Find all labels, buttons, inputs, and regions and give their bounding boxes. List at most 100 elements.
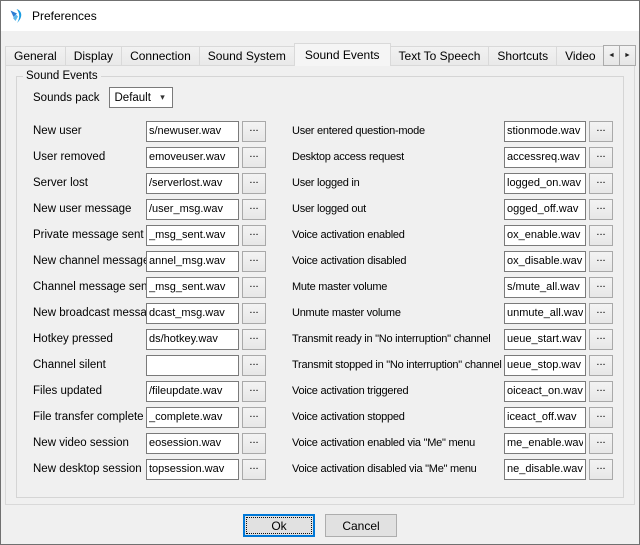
tab-bar: GeneralDisplayConnectionSound SystemSoun…: [5, 43, 605, 66]
sound-event-label: User removed: [33, 151, 146, 163]
sound-file-input[interactable]: [146, 407, 239, 428]
browse-button[interactable]: ...: [242, 303, 266, 324]
sound-file-input[interactable]: [146, 147, 239, 168]
browse-button[interactable]: ...: [242, 277, 266, 298]
browse-button[interactable]: ...: [589, 329, 613, 350]
sound-file-input[interactable]: [504, 121, 586, 142]
window-title: Preferences: [32, 9, 97, 23]
browse-button[interactable]: ...: [242, 225, 266, 246]
sound-file-input[interactable]: [146, 459, 239, 480]
sound-event-label: Server lost: [33, 177, 146, 189]
sound-event-label: Desktop access request: [292, 151, 504, 163]
tab-display[interactable]: Display: [65, 46, 122, 66]
browse-button[interactable]: ...: [242, 407, 266, 428]
sound-event-row: New video session ...: [33, 430, 266, 456]
browse-button[interactable]: ...: [242, 199, 266, 220]
cancel-button[interactable]: Cancel: [325, 514, 397, 537]
sound-event-label: Channel message sent: [33, 281, 146, 293]
browse-button[interactable]: ...: [589, 381, 613, 402]
tab-connection[interactable]: Connection: [121, 46, 200, 66]
sound-event-row: Server lost ...: [33, 170, 266, 196]
sound-file-input[interactable]: [146, 433, 239, 454]
sound-file-input[interactable]: [504, 173, 586, 194]
browse-button[interactable]: ...: [242, 433, 266, 454]
browse-button[interactable]: ...: [589, 251, 613, 272]
sound-file-input[interactable]: [504, 459, 586, 480]
sound-file-input[interactable]: [504, 303, 586, 324]
sound-event-row: Unmute master volume ...: [292, 300, 613, 326]
sound-event-row: Voice activation triggered ...: [292, 378, 613, 404]
sound-file-input[interactable]: [146, 225, 239, 246]
tab-scroll-right-button[interactable]: ►: [619, 45, 636, 66]
browse-button[interactable]: ...: [589, 121, 613, 142]
sound-file-input[interactable]: [146, 199, 239, 220]
sound-file-input[interactable]: [146, 329, 239, 350]
browse-button[interactable]: ...: [242, 355, 266, 376]
sound-file-input[interactable]: [146, 173, 239, 194]
sounds-pack-value: Default: [115, 92, 151, 104]
browse-button[interactable]: ...: [589, 199, 613, 220]
tab-sound-events[interactable]: Sound Events: [294, 43, 391, 66]
browse-button[interactable]: ...: [242, 147, 266, 168]
app-icon: [9, 8, 25, 24]
ok-button[interactable]: Ok: [243, 514, 315, 537]
browse-button[interactable]: ...: [242, 173, 266, 194]
sound-file-input[interactable]: [504, 277, 586, 298]
tab-scroll-left-button[interactable]: ◄: [603, 45, 620, 66]
sound-file-input[interactable]: [504, 251, 586, 272]
browse-button[interactable]: ...: [589, 459, 613, 480]
sound-event-row: New user message ...: [33, 196, 266, 222]
browse-button[interactable]: ...: [242, 459, 266, 480]
sound-file-input[interactable]: [146, 381, 239, 402]
sound-event-label: Channel silent: [33, 359, 146, 371]
browse-button[interactable]: ...: [242, 121, 266, 142]
sound-events-column-right: User entered question-mode ... Desktop a…: [292, 118, 613, 482]
sound-event-label: Hotkey pressed: [33, 333, 146, 345]
browse-button[interactable]: ...: [589, 355, 613, 376]
sound-event-label: File transfer complete: [33, 411, 146, 423]
sound-event-label: New broadcast message: [33, 307, 146, 319]
tab-text-to-speech[interactable]: Text To Speech: [390, 46, 490, 66]
browse-button[interactable]: ...: [589, 303, 613, 324]
sound-file-input[interactable]: [504, 147, 586, 168]
sound-file-input[interactable]: [504, 329, 586, 350]
dialog-button-row: Ok Cancel: [1, 505, 639, 544]
sound-file-input[interactable]: [146, 251, 239, 272]
preferences-window: Preferences GeneralDisplayConnectionSoun…: [0, 0, 640, 545]
sound-file-input[interactable]: [504, 407, 586, 428]
sound-event-label: Voice activation enabled via "Me" menu: [292, 437, 504, 449]
sounds-pack-combobox[interactable]: Default ▾: [109, 87, 173, 108]
browse-button[interactable]: ...: [242, 329, 266, 350]
tab-general[interactable]: General: [5, 46, 66, 66]
sound-file-input[interactable]: [146, 277, 239, 298]
browse-button[interactable]: ...: [242, 251, 266, 272]
sound-file-input[interactable]: [146, 121, 239, 142]
browse-button[interactable]: ...: [589, 407, 613, 428]
tab-sound-system[interactable]: Sound System: [199, 46, 295, 66]
browse-button[interactable]: ...: [589, 173, 613, 194]
groupbox-title: Sound Events: [23, 70, 101, 82]
sound-file-input[interactable]: [504, 355, 586, 376]
sound-file-input[interactable]: [504, 381, 586, 402]
browse-button[interactable]: ...: [589, 277, 613, 298]
browse-button[interactable]: ...: [242, 381, 266, 402]
sound-event-row: Mute master volume ...: [292, 274, 613, 300]
sound-file-input[interactable]: [504, 433, 586, 454]
sound-file-input[interactable]: [146, 303, 239, 324]
chevron-down-icon: ▾: [156, 88, 170, 107]
browse-button[interactable]: ...: [589, 225, 613, 246]
sound-event-label: Private message sent: [33, 229, 146, 241]
tab-video[interactable]: Video: [556, 46, 605, 66]
browse-button[interactable]: ...: [589, 433, 613, 454]
sound-events-column-left: New user ... User removed ... Server los…: [33, 118, 266, 482]
sound-file-input[interactable]: [504, 225, 586, 246]
sound-event-row: Transmit ready in "No interruption" chan…: [292, 326, 613, 352]
sound-file-input[interactable]: [146, 355, 239, 376]
sound-event-label: Files updated: [33, 385, 146, 397]
tab-shortcuts[interactable]: Shortcuts: [488, 46, 557, 66]
sound-event-label: New user: [33, 125, 146, 137]
sound-file-input[interactable]: [504, 199, 586, 220]
sound-event-row: User logged in ...: [292, 170, 613, 196]
browse-button[interactable]: ...: [589, 147, 613, 168]
sound-event-label: Voice activation triggered: [292, 385, 504, 397]
